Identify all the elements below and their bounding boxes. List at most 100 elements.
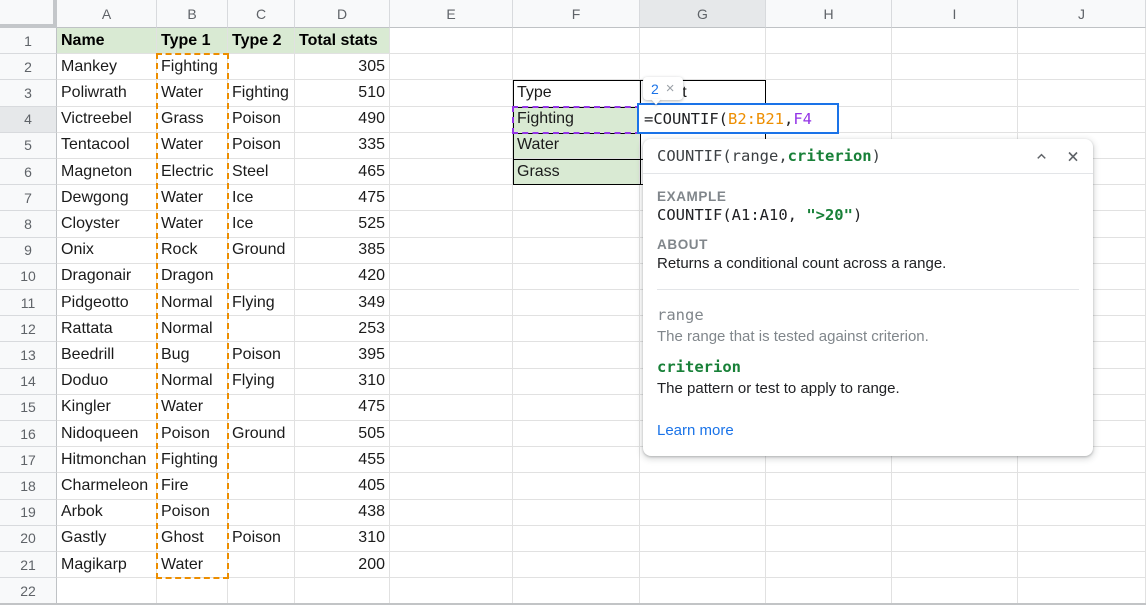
cell-A21[interactable]: Magikarp — [57, 552, 157, 578]
column-header-H[interactable]: H — [766, 0, 892, 28]
cell-C18[interactable] — [228, 473, 295, 499]
cell-J22[interactable] — [1018, 578, 1146, 604]
cell-B17[interactable]: Fighting — [157, 447, 228, 473]
row-header-15[interactable]: 15 — [0, 395, 57, 421]
cell-H22[interactable] — [766, 578, 892, 604]
cell-C1[interactable]: Type 2 — [228, 28, 295, 54]
cell-B16[interactable]: Poison — [157, 421, 228, 447]
cell-A19[interactable]: Arbok — [57, 500, 157, 526]
cell-A20[interactable]: Gastly — [57, 526, 157, 552]
cell-B4[interactable]: Grass — [157, 107, 228, 133]
cell-F20[interactable] — [513, 526, 640, 552]
cell-B7[interactable]: Water — [157, 185, 228, 211]
row-header-8[interactable]: 8 — [0, 211, 57, 237]
cell-E17[interactable] — [390, 447, 513, 473]
row-header-5[interactable]: 5 — [0, 133, 57, 159]
cell-F18[interactable] — [513, 473, 640, 499]
cell-E16[interactable] — [390, 421, 513, 447]
cell-A12[interactable]: Rattata — [57, 316, 157, 342]
cell-A8[interactable]: Cloyster — [57, 211, 157, 237]
cell-A22[interactable] — [57, 578, 157, 604]
cell-F7[interactable] — [513, 185, 640, 211]
cell-D12[interactable]: 253 — [295, 316, 390, 342]
tooltip-close-icon[interactable]: × — [666, 80, 675, 97]
cell-B6[interactable]: Electric — [157, 159, 228, 185]
cell-I22[interactable] — [892, 578, 1018, 604]
cell-D16[interactable]: 505 — [295, 421, 390, 447]
cell-C22[interactable] — [228, 578, 295, 604]
cell-B9[interactable]: Rock — [157, 238, 228, 264]
cell-C10[interactable] — [228, 264, 295, 290]
cell-D20[interactable]: 310 — [295, 526, 390, 552]
cell-E15[interactable] — [390, 395, 513, 421]
cell-D4[interactable]: 490 — [295, 107, 390, 133]
cell-J20[interactable] — [1018, 526, 1146, 552]
column-header-A[interactable]: A — [57, 0, 157, 28]
cell-F22[interactable] — [513, 578, 640, 604]
row-header-22[interactable]: 22 — [0, 578, 57, 604]
cell-F15[interactable] — [513, 395, 640, 421]
cell-I20[interactable] — [892, 526, 1018, 552]
cell-A2[interactable]: Mankey — [57, 54, 157, 80]
row-header-7[interactable]: 7 — [0, 185, 57, 211]
cell-E13[interactable] — [390, 342, 513, 368]
cell-A4[interactable]: Victreebel — [57, 107, 157, 133]
cell-J19[interactable] — [1018, 500, 1146, 526]
cell-C13[interactable]: Poison — [228, 342, 295, 368]
row-header-6[interactable]: 6 — [0, 159, 57, 185]
cell-G21[interactable] — [640, 552, 766, 578]
cell-E6[interactable] — [390, 159, 513, 185]
cell-F1[interactable] — [513, 28, 640, 54]
cell-F13[interactable] — [513, 342, 640, 368]
cell-F21[interactable] — [513, 552, 640, 578]
cell-I4[interactable] — [892, 107, 1018, 133]
cell-D17[interactable]: 455 — [295, 447, 390, 473]
learn-more-link[interactable]: Learn more — [657, 422, 734, 439]
cell-J18[interactable] — [1018, 473, 1146, 499]
select-all-corner[interactable] — [0, 0, 57, 28]
cell-F4[interactable]: Fighting — [513, 107, 640, 133]
cell-G20[interactable] — [640, 526, 766, 552]
cell-C16[interactable]: Ground — [228, 421, 295, 447]
cell-A11[interactable]: Pidgeotto — [57, 290, 157, 316]
cell-J21[interactable] — [1018, 552, 1146, 578]
row-header-12[interactable]: 12 — [0, 316, 57, 342]
cell-D11[interactable]: 349 — [295, 290, 390, 316]
cell-A15[interactable]: Kingler — [57, 395, 157, 421]
cell-G22[interactable] — [640, 578, 766, 604]
row-header-16[interactable]: 16 — [0, 421, 57, 447]
cell-A5[interactable]: Tentacool — [57, 133, 157, 159]
row-header-11[interactable]: 11 — [0, 290, 57, 316]
cell-F12[interactable] — [513, 316, 640, 342]
cell-F14[interactable] — [513, 369, 640, 395]
cell-C19[interactable] — [228, 500, 295, 526]
cell-I21[interactable] — [892, 552, 1018, 578]
cell-B13[interactable]: Bug — [157, 342, 228, 368]
cell-A17[interactable]: Hitmonchan — [57, 447, 157, 473]
cell-F9[interactable] — [513, 238, 640, 264]
cell-H20[interactable] — [766, 526, 892, 552]
cell-G1[interactable] — [640, 28, 766, 54]
column-header-G[interactable]: G — [640, 0, 766, 28]
cell-D8[interactable]: 525 — [295, 211, 390, 237]
cell-E7[interactable] — [390, 185, 513, 211]
cell-H19[interactable] — [766, 500, 892, 526]
cell-E9[interactable] — [390, 238, 513, 264]
row-header-2[interactable]: 2 — [0, 54, 57, 80]
cell-J2[interactable] — [1018, 54, 1146, 80]
cell-C9[interactable]: Ground — [228, 238, 295, 264]
cell-A13[interactable]: Beedrill — [57, 342, 157, 368]
cell-F2[interactable] — [513, 54, 640, 80]
row-header-14[interactable]: 14 — [0, 369, 57, 395]
column-header-D[interactable]: D — [295, 0, 390, 28]
cell-F10[interactable] — [513, 264, 640, 290]
cell-C14[interactable]: Flying — [228, 369, 295, 395]
cell-H18[interactable] — [766, 473, 892, 499]
cell-B15[interactable]: Water — [157, 395, 228, 421]
cell-A14[interactable]: Doduo — [57, 369, 157, 395]
cell-E2[interactable] — [390, 54, 513, 80]
cell-E1[interactable] — [390, 28, 513, 54]
cell-D13[interactable]: 395 — [295, 342, 390, 368]
cell-F3[interactable]: Type — [513, 80, 640, 106]
cell-E11[interactable] — [390, 290, 513, 316]
